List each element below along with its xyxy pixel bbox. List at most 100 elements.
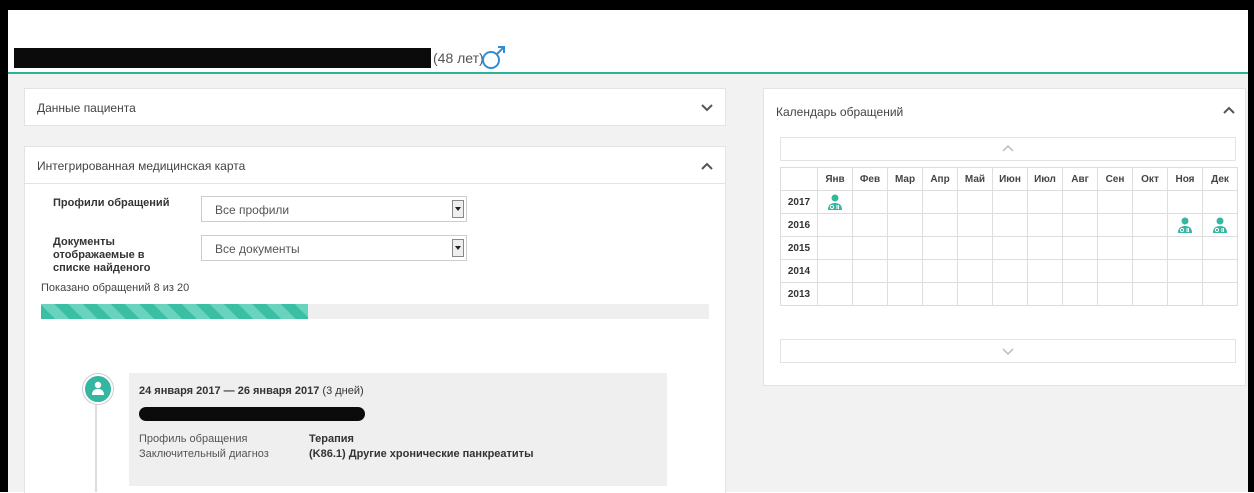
calendar-month-header: Фев <box>852 167 888 191</box>
calendar-cell <box>922 190 958 214</box>
calendar-cell <box>852 213 888 237</box>
documents-label: Документы отображаемые в списке найденог… <box>53 236 151 274</box>
chevron-up-icon[interactable] <box>1222 105 1236 115</box>
calendar-visit-cell[interactable] <box>1167 213 1203 237</box>
redacted-visit-title <box>139 407 365 421</box>
dropdown-arrow-icon[interactable] <box>452 200 464 218</box>
male-icon <box>482 46 505 69</box>
calendar-cell <box>1027 236 1063 260</box>
calendar-cell <box>1132 282 1168 306</box>
calendar-month-header: Дек <box>1202 167 1238 191</box>
calendar-corner <box>780 167 818 191</box>
dropdown-arrow-icon[interactable] <box>452 239 464 257</box>
calendar-cell <box>852 236 888 260</box>
calendar-cell <box>1167 236 1203 260</box>
calendar-cell <box>1097 259 1133 283</box>
diagnosis-value: (K86.1) Другие хронические панкреатиты <box>309 448 534 460</box>
patient-header: (48 лет) <box>8 10 1248 74</box>
calendar-cell <box>1027 282 1063 306</box>
calendar-month-header: Авг <box>1062 167 1098 191</box>
screen-border-right <box>1248 0 1254 492</box>
calendar-cell <box>1132 259 1168 283</box>
profiles-select[interactable]: Все профили <box>201 196 467 222</box>
profile-value: Терапия <box>309 433 354 445</box>
calendar-cell <box>887 190 923 214</box>
calendar-month-header: Май <box>957 167 993 191</box>
calendar-cell <box>1202 236 1238 260</box>
calendar-month-header: Окт <box>1132 167 1168 191</box>
calendar-visit-cell[interactable] <box>817 190 853 214</box>
calendar-year-row: 2016 <box>780 213 1238 237</box>
calendar-cell <box>1097 213 1133 237</box>
shown-count: Показано обращений 8 из 20 <box>41 282 190 294</box>
calendar-cell <box>922 236 958 260</box>
load-progress-fill <box>41 304 309 319</box>
calendar-cell <box>922 213 958 237</box>
calendar-month-header: Апр <box>922 167 958 191</box>
documents-select[interactable]: Все документы <box>201 235 467 261</box>
calendar-month-header: Сен <box>1097 167 1133 191</box>
panel-divider <box>25 183 725 184</box>
calendar-cell <box>1202 282 1238 306</box>
calendar-cell <box>887 282 923 306</box>
calendar-cell <box>852 190 888 214</box>
patient-data-title: Данные пациента <box>37 101 136 115</box>
calendar-prev-button[interactable] <box>780 137 1236 161</box>
calendar-cell <box>1062 236 1098 260</box>
patient-data-panel[interactable]: Данные пациента <box>24 88 726 126</box>
calendar-cell <box>852 259 888 283</box>
chevron-down-icon <box>1002 348 1014 356</box>
calendar-next-button[interactable] <box>780 339 1236 363</box>
calendar-cell <box>1167 190 1203 214</box>
calendar-cell <box>1202 259 1238 283</box>
calendar-cell <box>957 282 993 306</box>
calendar-cell <box>1167 259 1203 283</box>
doctor-icon[interactable] <box>826 194 844 210</box>
redacted-patient-name <box>14 48 431 68</box>
calendar-year-label: 2016 <box>780 213 818 237</box>
visit-entry[interactable]: 24 января 2017 — 26 января 2017 (3 дней)… <box>129 373 667 486</box>
calendar-cell <box>887 259 923 283</box>
documents-select-value: Все документы <box>215 242 300 256</box>
calendar-month-header: Июн <box>992 167 1028 191</box>
chevron-down-icon[interactable] <box>700 103 714 113</box>
calendar-cell <box>1027 213 1063 237</box>
calendar-cell <box>992 213 1028 237</box>
calendar-cell <box>817 213 853 237</box>
calendar-month-header: Ноя <box>1167 167 1203 191</box>
load-progress <box>41 304 709 319</box>
screen-border-left <box>0 0 8 492</box>
calendar-year-label: 2015 <box>780 236 818 260</box>
calendar-cell <box>922 259 958 283</box>
calendar-visit-cell[interactable] <box>1202 213 1238 237</box>
calendar-cell <box>957 259 993 283</box>
visit-calendar-panel: Календарь обращений Янв Фев Мар Апр Май Июн Ию… <box>763 88 1246 386</box>
chevron-up-icon[interactable] <box>700 161 714 171</box>
calendar-year-row: 2013 <box>780 282 1238 306</box>
calendar-cell <box>1132 213 1168 237</box>
calendar-title: Календарь обращений <box>776 105 904 119</box>
profiles-label: Профили обращений <box>53 197 170 209</box>
calendar-cell <box>1097 282 1133 306</box>
calendar-month-header: Мар <box>887 167 923 191</box>
patient-age: (48 лет) <box>433 50 484 66</box>
calendar-month-header: Июл <box>1027 167 1063 191</box>
calendar-cell <box>992 282 1028 306</box>
calendar-cell <box>922 282 958 306</box>
calendar-year-row: 2014 <box>780 259 1238 283</box>
doctor-icon[interactable] <box>1211 217 1229 233</box>
chevron-up-icon <box>1002 144 1014 152</box>
calendar-cell <box>1132 190 1168 214</box>
calendar-year-row: 2015 <box>780 236 1238 260</box>
calendar-cell <box>1062 190 1098 214</box>
calendar-year-label: 2013 <box>780 282 818 306</box>
calendar-year-row: 2017 <box>780 190 1238 214</box>
profiles-select-value: Все профили <box>215 203 290 217</box>
calendar-cell <box>1062 282 1098 306</box>
doctor-icon[interactable] <box>1176 217 1194 233</box>
calendar-cell <box>1062 259 1098 283</box>
calendar-year-label: 2017 <box>780 190 818 214</box>
screen-border-top <box>0 0 1254 10</box>
calendar-cell <box>992 236 1028 260</box>
calendar-month-header: Янв <box>817 167 853 191</box>
